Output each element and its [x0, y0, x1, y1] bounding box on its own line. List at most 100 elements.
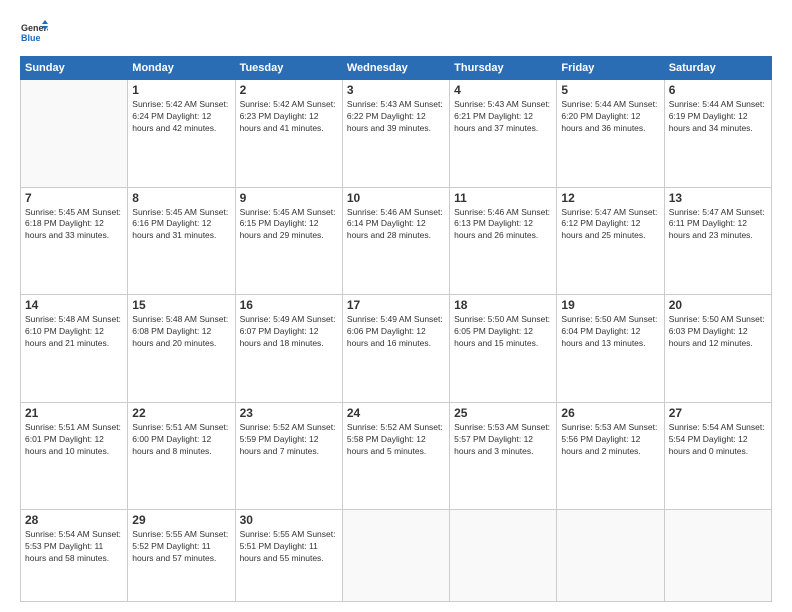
day-number: 20 — [669, 298, 767, 312]
day-number: 25 — [454, 406, 552, 420]
day-info: Sunrise: 5:49 AM Sunset: 6:07 PM Dayligh… — [240, 314, 338, 350]
day-number: 15 — [132, 298, 230, 312]
header-saturday: Saturday — [664, 57, 771, 80]
day-info: Sunrise: 5:52 AM Sunset: 5:58 PM Dayligh… — [347, 422, 445, 458]
header-monday: Monday — [128, 57, 235, 80]
header-thursday: Thursday — [450, 57, 557, 80]
calendar-cell: 29 Sunrise: 5:55 AM Sunset: 5:52 PM Dayli… — [128, 510, 235, 602]
calendar-cell: 24 Sunrise: 5:52 AM Sunset: 5:58 PM Dayli… — [342, 402, 449, 510]
calendar-week-3: 14Sunrise: 5:48 AM Sunset: 6:10 PM Dayli… — [21, 295, 772, 403]
day-info: Sunrise: 5:46 AM Sunset: 6:13 PM Dayligh… — [454, 207, 552, 243]
day-info: Sunrise: 5:53 AM Sunset: 5:57 PM Dayligh… — [454, 422, 552, 458]
day-number: 28 — [25, 513, 123, 527]
calendar-cell: 12 Sunrise: 5:47 AM Sunset: 6:12 PM Dayli… — [557, 187, 664, 295]
day-info: Sunrise: 5:50 AM Sunset: 6:04 PM Dayligh… — [561, 314, 659, 350]
calendar-cell: 23 Sunrise: 5:52 AM Sunset: 5:59 PM Dayli… — [235, 402, 342, 510]
calendar-cell: 16 Sunrise: 5:49 AM Sunset: 6:07 PM Dayli… — [235, 295, 342, 403]
calendar-cell: 6 Sunrise: 5:44 AM Sunset: 6:19 PM Daylig… — [664, 80, 771, 188]
header-tuesday: Tuesday — [235, 57, 342, 80]
day-info: Sunrise: 5:45 AM Sunset: 6:16 PM Dayligh… — [132, 207, 230, 243]
day-info: Sunrise: 5:43 AM Sunset: 6:21 PM Dayligh… — [454, 99, 552, 135]
calendar-cell: 4 Sunrise: 5:43 AM Sunset: 6:21 PM Daylig… — [450, 80, 557, 188]
page-header: General Blue — [20, 18, 772, 46]
calendar-cell: 21 Sunrise: 5:51 AM Sunset: 6:01 PM Dayli… — [21, 402, 128, 510]
logo: General Blue — [20, 18, 52, 46]
header-wednesday: Wednesday — [342, 57, 449, 80]
calendar-cell: 27Sunrise: 5:54 AM Sunset: 5:54 PM Dayli… — [664, 402, 771, 510]
day-number: 10 — [347, 191, 445, 205]
day-info: Sunrise: 5:42 AM Sunset: 6:23 PM Dayligh… — [240, 99, 338, 135]
day-number: 14 — [25, 298, 123, 312]
day-info: Sunrise: 5:48 AM Sunset: 6:08 PM Dayligh… — [132, 314, 230, 350]
day-info: Sunrise: 5:45 AM Sunset: 6:18 PM Dayligh… — [25, 207, 123, 243]
calendar-header-row: Sunday Monday Tuesday Wednesday Thursday… — [21, 57, 772, 80]
calendar-cell: 1 Sunrise: 5:42 AM Sunset: 6:24 PM Daylig… — [128, 80, 235, 188]
calendar-cell: 13Sunrise: 5:47 AM Sunset: 6:11 PM Dayli… — [664, 187, 771, 295]
calendar-cell — [664, 510, 771, 602]
day-number: 24 — [347, 406, 445, 420]
calendar-cell: 8 Sunrise: 5:45 AM Sunset: 6:16 PM Daylig… — [128, 187, 235, 295]
calendar-cell: 30 Sunrise: 5:55 AM Sunset: 5:51 PM Dayli… — [235, 510, 342, 602]
calendar-cell: 18 Sunrise: 5:50 AM Sunset: 6:05 PM Dayli… — [450, 295, 557, 403]
day-info: Sunrise: 5:55 AM Sunset: 5:52 PM Dayligh… — [132, 529, 230, 565]
day-number: 26 — [561, 406, 659, 420]
calendar-cell: 22 Sunrise: 5:51 AM Sunset: 6:00 PM Dayli… — [128, 402, 235, 510]
calendar-week-2: 7 Sunrise: 5:45 AM Sunset: 6:18 PM Daylig… — [21, 187, 772, 295]
day-info: Sunrise: 5:44 AM Sunset: 6:19 PM Dayligh… — [669, 99, 767, 135]
calendar-week-4: 21 Sunrise: 5:51 AM Sunset: 6:01 PM Dayli… — [21, 402, 772, 510]
day-number: 2 — [240, 83, 338, 97]
day-info: Sunrise: 5:45 AM Sunset: 6:15 PM Dayligh… — [240, 207, 338, 243]
calendar-cell: 2 Sunrise: 5:42 AM Sunset: 6:23 PM Daylig… — [235, 80, 342, 188]
calendar-cell: 26 Sunrise: 5:53 AM Sunset: 5:56 PM Dayli… — [557, 402, 664, 510]
calendar-week-1: 1 Sunrise: 5:42 AM Sunset: 6:24 PM Daylig… — [21, 80, 772, 188]
day-number: 22 — [132, 406, 230, 420]
calendar-cell: 17Sunrise: 5:49 AM Sunset: 6:06 PM Dayli… — [342, 295, 449, 403]
calendar-cell: 15 Sunrise: 5:48 AM Sunset: 6:08 PM Dayli… — [128, 295, 235, 403]
day-info: Sunrise: 5:50 AM Sunset: 6:03 PM Dayligh… — [669, 314, 767, 350]
day-number: 21 — [25, 406, 123, 420]
day-number: 18 — [454, 298, 552, 312]
day-info: Sunrise: 5:47 AM Sunset: 6:11 PM Dayligh… — [669, 207, 767, 243]
calendar-cell — [450, 510, 557, 602]
day-info: Sunrise: 5:42 AM Sunset: 6:24 PM Dayligh… — [132, 99, 230, 135]
calendar-cell: 19 Sunrise: 5:50 AM Sunset: 6:04 PM Dayli… — [557, 295, 664, 403]
day-number: 6 — [669, 83, 767, 97]
day-info: Sunrise: 5:52 AM Sunset: 5:59 PM Dayligh… — [240, 422, 338, 458]
calendar-table: Sunday Monday Tuesday Wednesday Thursday… — [20, 56, 772, 602]
calendar-cell: 9 Sunrise: 5:45 AM Sunset: 6:15 PM Daylig… — [235, 187, 342, 295]
header-sunday: Sunday — [21, 57, 128, 80]
day-number: 9 — [240, 191, 338, 205]
day-info: Sunrise: 5:53 AM Sunset: 5:56 PM Dayligh… — [561, 422, 659, 458]
day-info: Sunrise: 5:55 AM Sunset: 5:51 PM Dayligh… — [240, 529, 338, 565]
day-number: 7 — [25, 191, 123, 205]
day-number: 16 — [240, 298, 338, 312]
calendar-cell — [557, 510, 664, 602]
day-number: 12 — [561, 191, 659, 205]
calendar-cell: 25 Sunrise: 5:53 AM Sunset: 5:57 PM Dayli… — [450, 402, 557, 510]
day-info: Sunrise: 5:54 AM Sunset: 5:53 PM Dayligh… — [25, 529, 123, 565]
calendar-cell — [21, 80, 128, 188]
logo-icon: General Blue — [20, 18, 48, 46]
day-number: 29 — [132, 513, 230, 527]
day-number: 3 — [347, 83, 445, 97]
day-info: Sunrise: 5:43 AM Sunset: 6:22 PM Dayligh… — [347, 99, 445, 135]
day-number: 8 — [132, 191, 230, 205]
day-number: 30 — [240, 513, 338, 527]
day-number: 5 — [561, 83, 659, 97]
calendar-week-5: 28 Sunrise: 5:54 AM Sunset: 5:53 PM Dayli… — [21, 510, 772, 602]
day-info: Sunrise: 5:51 AM Sunset: 6:00 PM Dayligh… — [132, 422, 230, 458]
day-info: Sunrise: 5:54 AM Sunset: 5:54 PM Dayligh… — [669, 422, 767, 458]
day-info: Sunrise: 5:49 AM Sunset: 6:06 PM Dayligh… — [347, 314, 445, 350]
day-number: 23 — [240, 406, 338, 420]
day-info: Sunrise: 5:47 AM Sunset: 6:12 PM Dayligh… — [561, 207, 659, 243]
day-number: 19 — [561, 298, 659, 312]
calendar-cell: 10Sunrise: 5:46 AM Sunset: 6:14 PM Dayli… — [342, 187, 449, 295]
calendar-cell: 7 Sunrise: 5:45 AM Sunset: 6:18 PM Daylig… — [21, 187, 128, 295]
day-number: 1 — [132, 83, 230, 97]
day-number: 4 — [454, 83, 552, 97]
calendar-cell — [342, 510, 449, 602]
day-info: Sunrise: 5:50 AM Sunset: 6:05 PM Dayligh… — [454, 314, 552, 350]
calendar-cell: 28 Sunrise: 5:54 AM Sunset: 5:53 PM Dayli… — [21, 510, 128, 602]
day-info: Sunrise: 5:51 AM Sunset: 6:01 PM Dayligh… — [25, 422, 123, 458]
calendar-cell: 5Sunrise: 5:44 AM Sunset: 6:20 PM Daylig… — [557, 80, 664, 188]
